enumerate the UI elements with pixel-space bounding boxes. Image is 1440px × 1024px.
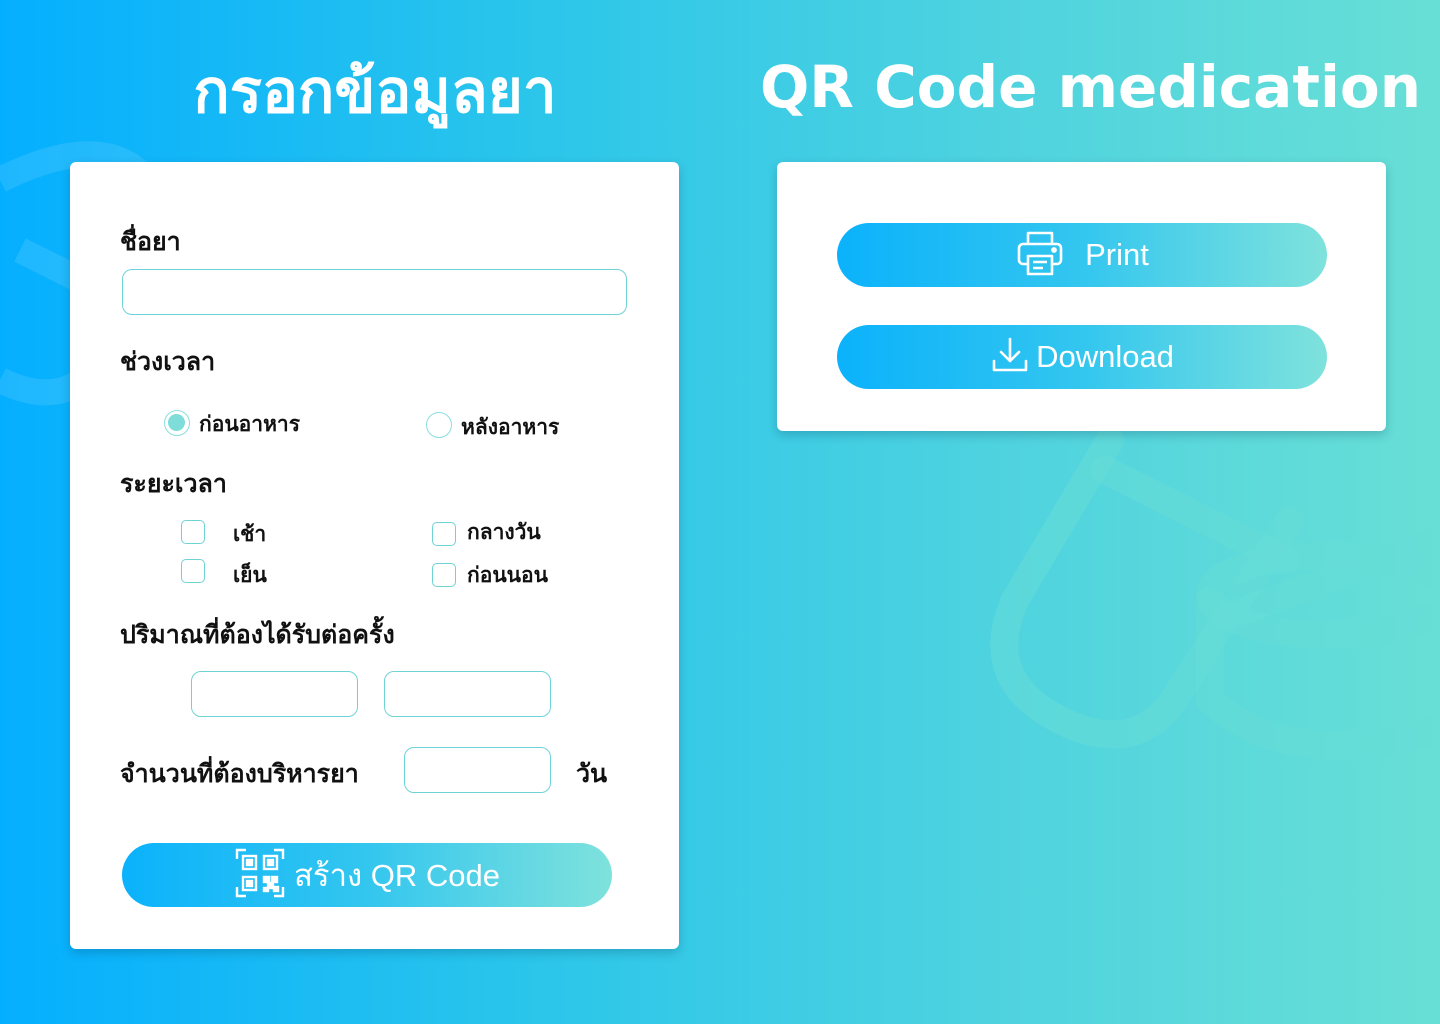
checkbox-bedtime[interactable] bbox=[432, 563, 456, 587]
radio-before-meal[interactable] bbox=[164, 410, 190, 436]
dose-input-2[interactable] bbox=[384, 671, 551, 717]
form-page-title: กรอกข้อมูลยา bbox=[193, 57, 557, 127]
checkbox-evening[interactable] bbox=[181, 559, 205, 583]
radio-after-meal[interactable] bbox=[426, 412, 452, 438]
checkbox-noon-label: กลางวัน bbox=[467, 520, 541, 544]
checkbox-bedtime-label: ก่อนนอน bbox=[467, 563, 549, 587]
create-qr-button[interactable]: สร้าง QR Code bbox=[122, 843, 612, 907]
qr-code-icon bbox=[234, 847, 286, 903]
print-button[interactable]: Print bbox=[837, 223, 1327, 287]
checkbox-morning-label: เช้า bbox=[233, 522, 267, 546]
qr-page-title: QR Code medication bbox=[760, 53, 1422, 121]
radio-after-meal-label: หลังอาหาร bbox=[461, 415, 560, 439]
download-button[interactable]: Download bbox=[837, 325, 1327, 389]
download-icon bbox=[990, 335, 1030, 379]
radio-before-meal-label: ก่อนอาหาร bbox=[199, 412, 301, 436]
medication-form-card: ชื่อยา ช่วงเวลา ก่อนอาหาร หลังอาหาร ระยะ… bbox=[70, 162, 679, 949]
drug-name-input[interactable] bbox=[122, 269, 627, 315]
timing-label: ช่วงเวลา bbox=[120, 347, 216, 376]
days-label: จำนวนที่ต้องบริหารยา bbox=[120, 759, 359, 788]
printer-icon bbox=[1015, 228, 1065, 282]
dose-label: ปริมาณที่ต้องได้รับต่อครั้ง bbox=[120, 620, 395, 649]
checkbox-morning[interactable] bbox=[181, 520, 205, 544]
days-input[interactable] bbox=[404, 747, 551, 793]
qr-actions-card: Print Download bbox=[777, 162, 1386, 431]
checkbox-noon[interactable] bbox=[432, 522, 456, 546]
period-label: ระยะเวลา bbox=[120, 469, 227, 498]
dose-input-1[interactable] bbox=[191, 671, 358, 717]
print-button-label: Print bbox=[1085, 237, 1149, 272]
days-unit: วัน bbox=[576, 759, 608, 788]
download-button-label: Download bbox=[1036, 339, 1174, 374]
create-qr-button-label: สร้าง QR Code bbox=[294, 858, 500, 893]
drug-name-label: ชื่อยา bbox=[120, 227, 181, 256]
checkbox-evening-label: เย็น bbox=[233, 563, 267, 587]
